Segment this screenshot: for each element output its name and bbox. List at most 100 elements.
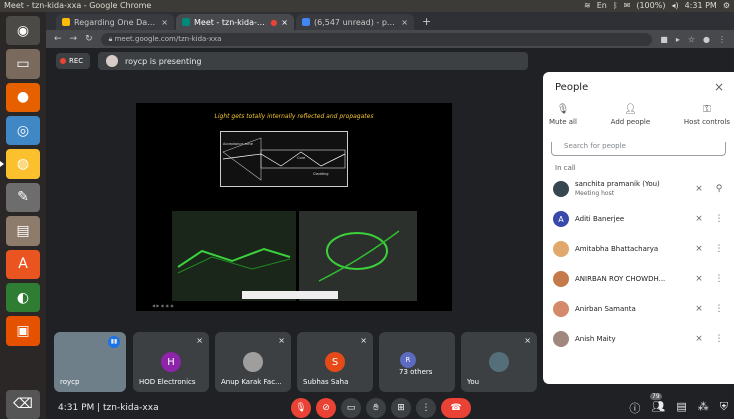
participant-tile[interactable]: ⨯ Anup Karak Fac... xyxy=(215,332,291,392)
participant-name: sanchita pramanik (You) xyxy=(575,180,660,188)
tab-regarding[interactable]: Regarding One Day Natio × xyxy=(56,14,174,30)
avatar xyxy=(553,241,569,257)
keyboard-indicator[interactable]: En xyxy=(597,0,607,12)
mic-off-icon[interactable]: ⨯ xyxy=(692,184,706,194)
participant-row[interactable]: sanchita pramanik (You) Meeting host ⨯ ⚲ xyxy=(543,174,734,204)
profile-icon[interactable]: ● xyxy=(703,35,710,44)
os-top-bar: Meet - tzn-kida-xxa - Google Chrome ≋ En… xyxy=(0,0,734,12)
forward-icon[interactable]: → xyxy=(70,34,78,44)
wifi-icon[interactable]: ≋ xyxy=(584,0,591,12)
avatar: H xyxy=(161,352,181,372)
chrome-icon[interactable]: ◍ xyxy=(0,149,40,179)
participant-name: ANIRBAN ROY CHOWDH... xyxy=(575,274,666,283)
volume-icon[interactable]: ◂) xyxy=(671,0,678,12)
avatar xyxy=(553,271,569,287)
more-options-icon[interactable]: ⋮ xyxy=(712,304,726,314)
fiber-diagram: Acceptance cone Core Cladding xyxy=(220,131,348,187)
bluetooth-icon[interactable]: ᛒ xyxy=(613,0,618,12)
present-icon[interactable]: ⊞ xyxy=(391,398,411,418)
people-search-input[interactable]: Search for people xyxy=(551,142,726,156)
participant-tile[interactable]: ⨯ S Subhas Saha xyxy=(297,332,373,392)
people-icon[interactable]: 👥︎ xyxy=(651,400,665,416)
menu-icon[interactable]: ⋮ xyxy=(718,35,726,44)
participant-row[interactable]: Anish Maity ⨯ ⋮ xyxy=(543,324,734,354)
mic-off-icon[interactable]: ⨯ xyxy=(692,304,706,314)
close-tab-icon[interactable]: × xyxy=(161,18,168,27)
clock[interactable]: 4:31 PM xyxy=(685,0,717,12)
pin-icon[interactable]: ⚲ xyxy=(712,184,726,194)
chrome-window: Regarding One Day Natio × Meet - tzn-kid… xyxy=(46,12,734,419)
slide-title: Light gets totally internally reflected … xyxy=(214,113,374,120)
disk-icon[interactable]: ◎ xyxy=(6,116,40,146)
participant-tile[interactable]: R 73 others xyxy=(379,332,455,392)
mail-icon[interactable]: ✉ xyxy=(624,0,631,12)
host-controls-icon: ⚿ xyxy=(703,104,711,115)
more-options-icon[interactable]: ⋮ xyxy=(712,334,726,344)
window-title: Meet - tzn-kida-xxa - Google Chrome xyxy=(4,1,152,10)
dash-icon[interactable]: ◉ xyxy=(6,16,40,46)
raise-hand-icon[interactable]: ✋︎ xyxy=(366,398,386,418)
settings-icon[interactable]: ⚙ xyxy=(723,0,730,12)
slide-photo-left xyxy=(172,211,296,301)
slide-caption-bar xyxy=(242,291,338,299)
presenter-avatar xyxy=(106,55,118,67)
close-tab-icon[interactable]: × xyxy=(281,18,288,27)
back-icon[interactable]: ← xyxy=(54,34,62,44)
settings-app-icon[interactable]: ✎ xyxy=(6,182,40,213)
activities-icon[interactable]: ⁂ xyxy=(698,400,709,416)
tile-name: You xyxy=(467,378,480,386)
participant-tile[interactable]: ▮▮ roycp xyxy=(54,332,126,392)
participant-row[interactable]: Anirban Samanta ⨯ ⋮ xyxy=(543,294,734,324)
play-icon[interactable]: ▸ xyxy=(676,35,680,44)
participant-tile[interactable]: ⨯ You xyxy=(461,332,537,392)
tab-meet[interactable]: Meet - tzn-kida-xxa ● × xyxy=(176,14,294,30)
firefox-icon[interactable]: ● xyxy=(6,82,40,113)
mic-toggle-icon[interactable]: 🎙︎ xyxy=(291,398,311,418)
more-options-icon[interactable]: ⋮ xyxy=(416,398,436,418)
host-controls-icon[interactable]: ⛨ xyxy=(720,400,728,416)
participant-row[interactable]: ANIRBAN ROY CHOWDH... ⨯ ⋮ xyxy=(543,264,734,294)
mic-off-icon[interactable]: ⨯ xyxy=(692,214,706,224)
tile-name: roycp xyxy=(60,378,80,386)
participant-row[interactable]: A Aditi Banerjee ⨯ ⋮ xyxy=(543,204,734,234)
mic-off-icon[interactable]: ⨯ xyxy=(692,334,706,344)
close-tab-icon[interactable]: × xyxy=(401,18,408,27)
participant-role: Meeting host xyxy=(575,190,615,197)
mic-off-icon[interactable]: ⨯ xyxy=(692,244,706,254)
end-call-icon[interactable]: ☎︎ xyxy=(441,398,471,418)
camera-icon[interactable]: ■ xyxy=(660,35,668,44)
reload-icon[interactable]: ↻ xyxy=(85,34,93,44)
files-icon[interactable]: ▭ xyxy=(6,49,40,79)
host-controls-button[interactable]: ⚿ Host controls xyxy=(684,104,730,140)
participant-tile[interactable]: ⨯ H HOD Electronics xyxy=(133,332,209,392)
tab-mail[interactable]: (6,547 unread) - pramanik × xyxy=(296,14,414,30)
battery-indicator[interactable]: (100%) xyxy=(636,0,665,12)
software-center-icon[interactable]: A xyxy=(6,249,40,279)
captions-icon[interactable]: ▭ xyxy=(341,398,361,418)
avatar: R xyxy=(399,352,416,368)
star-icon[interactable]: ☆ xyxy=(688,35,695,44)
bottom-bar: 4:31 PM | tzn-kida-xxa 🎙︎ ⊘ ▭ ✋︎ ⊞ ⋮ ☎︎ … xyxy=(46,393,734,419)
new-tab-button[interactable]: + xyxy=(416,14,437,30)
add-people-button[interactable]: 👤︎ Add people xyxy=(611,104,651,140)
avatar xyxy=(553,331,569,347)
participant-row[interactable]: Amitabha Bhattacharya ⨯ ⋮ xyxy=(543,234,734,264)
presenting-bar: roycp is presenting xyxy=(98,52,528,70)
globe-icon[interactable]: ◐ xyxy=(6,282,40,313)
more-options-icon[interactable]: ⋮ xyxy=(712,274,726,284)
file-cabinet-icon[interactable]: ▤ xyxy=(6,216,40,246)
presentation-icon[interactable]: ▣ xyxy=(6,316,40,346)
url-field[interactable]: 🔒︎ meet.google.com/tzn-kida-xxa xyxy=(100,32,653,46)
close-icon[interactable]: × xyxy=(714,80,724,94)
mute-all-button[interactable]: 🎙︎ Mute all xyxy=(549,104,577,140)
camera-toggle-icon[interactable]: ⊘ xyxy=(316,398,336,418)
action-label: Mute all xyxy=(549,118,577,126)
info-icon[interactable]: ⓘ xyxy=(629,400,640,416)
more-options-icon[interactable]: ⋮ xyxy=(712,244,726,254)
chat-icon[interactable]: ▤ xyxy=(676,400,686,416)
mic-off-icon[interactable]: ⨯ xyxy=(692,274,706,284)
more-options-icon[interactable]: ⋮ xyxy=(712,214,726,224)
rec-dot-icon xyxy=(60,58,66,64)
slide-nav-controls[interactable]: ◀ ▶ ◉ ◉ ◉ xyxy=(152,303,174,308)
trash-icon[interactable]: ⌫ xyxy=(6,389,40,419)
